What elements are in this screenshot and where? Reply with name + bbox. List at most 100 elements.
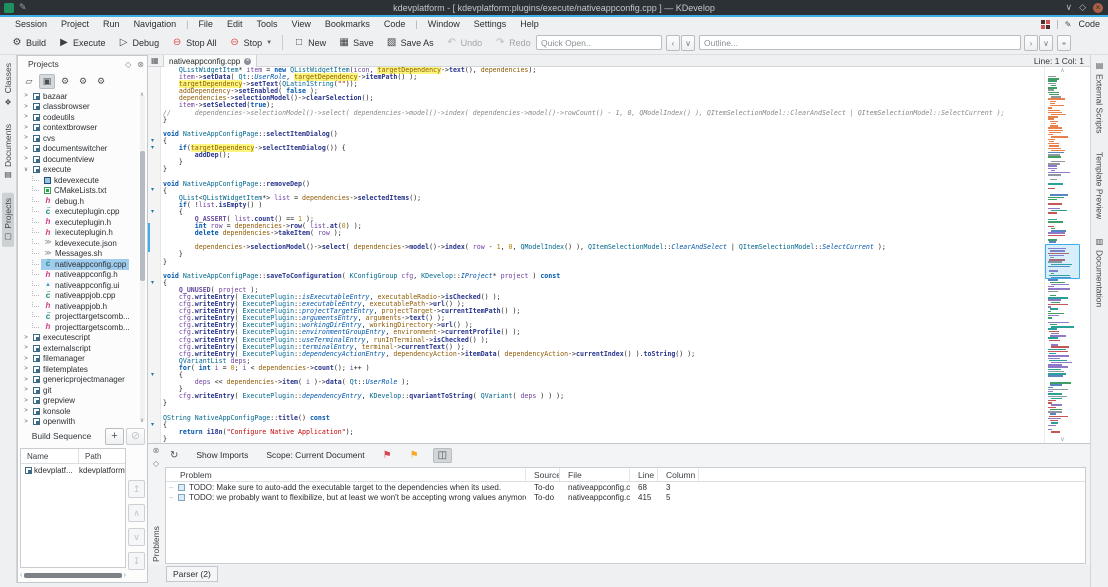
menu-code[interactable]: Code (377, 19, 413, 29)
column-header-line[interactable]: Line (630, 468, 658, 481)
fold-marker[interactable]: ▾ (151, 209, 154, 216)
tree-item-debug-h[interactable]: hdebug.h (18, 196, 140, 207)
menu-window[interactable]: Window (421, 19, 467, 29)
show-imports-button[interactable]: Show Imports (192, 449, 252, 461)
build-settings-button[interactable]: ⚙ (57, 74, 73, 89)
tab-parser[interactable]: Parser (2) (166, 566, 218, 582)
menu-tools[interactable]: Tools (249, 19, 284, 29)
float-icon[interactable]: ◇ (122, 60, 134, 69)
tree-item-bazaar[interactable]: >bazaar (18, 91, 140, 102)
chevron-right-icon[interactable]: > (22, 93, 30, 99)
column-header-column[interactable]: Column (658, 468, 699, 481)
minimap-viewport[interactable] (1045, 244, 1080, 280)
tree-item-classbrowser[interactable]: >classbrowser (18, 102, 140, 113)
tree-item-kdevexecute-json[interactable]: ≫kdevexecute.json (18, 238, 140, 249)
new-button[interactable]: □New (287, 34, 332, 51)
tree-item-contextbrowser[interactable]: >contextbrowser (18, 123, 140, 134)
tree-item-nativeappjob-cpp[interactable]: c̈nativeappjob.cpp (18, 291, 140, 302)
back-button[interactable]: ‹ (666, 35, 680, 51)
back-caret-button[interactable]: ∨ (681, 35, 695, 51)
tree-item-kdevexecute[interactable]: kdevexecute (18, 175, 140, 186)
close-tab-icon[interactable]: × (244, 58, 251, 65)
dock-tab-template-preview[interactable]: Template Preview (1094, 150, 1106, 221)
debug-button[interactable]: ▷Debug (112, 34, 166, 51)
chevron-right-icon[interactable]: > (22, 114, 30, 120)
menu-file[interactable]: File (191, 19, 220, 29)
menu-project[interactable]: Project (54, 19, 96, 29)
column-header-name[interactable]: Name (21, 449, 79, 463)
move-bottom-button[interactable]: ↧ (128, 552, 145, 570)
tree-item-git[interactable]: >git (18, 385, 140, 396)
chevron-right-icon[interactable]: > (22, 135, 30, 141)
tree-item-execute[interactable]: ∨execute (18, 165, 140, 176)
scroll-left-icon[interactable]: ‹ (20, 572, 22, 579)
tree-item-genericprojectmanager[interactable]: >genericprojectmanager (18, 375, 140, 386)
column-header-path[interactable]: Path (79, 452, 101, 461)
tree-item-filemanager[interactable]: >filemanager (18, 354, 140, 365)
chevron-right-icon[interactable]: > (22, 335, 30, 341)
tree-item-nativeappjob-h[interactable]: hnativeappjob.h (18, 301, 140, 312)
tree-item-cvs[interactable]: >cvs (18, 133, 140, 144)
execute-button[interactable]: ▶Execute (52, 34, 112, 51)
undo-button[interactable]: ↶Undo (440, 34, 489, 51)
maximize-icon[interactable]: ◇ (1079, 2, 1086, 13)
stop-button[interactable]: ⊖Stop▼ (223, 34, 278, 51)
save-as-button[interactable]: ▧Save As (380, 34, 440, 51)
close-icon[interactable]: ⊗ (134, 60, 147, 69)
stop-all-button[interactable]: ⊖Stop All (165, 34, 223, 51)
split-view-icon[interactable]: ▦ (151, 56, 159, 65)
chevron-right-icon[interactable]: > (22, 156, 30, 162)
minimap[interactable]: ∧ ∨ (1044, 67, 1080, 443)
tree-item-executeplugin-h[interactable]: hexecuteplugin.h (18, 217, 140, 228)
column-header-file[interactable]: File (560, 468, 630, 481)
remove-from-build-sequence-button[interactable]: ⊘ (126, 428, 145, 445)
chevron-right-icon[interactable]: > (22, 366, 30, 372)
code-editor[interactable]: QListWidgetItem* item = new QListWidgetI… (163, 67, 1043, 443)
tree-item-CMakeLists-txt[interactable]: CMakeLists.txt (18, 186, 140, 197)
tree-item-documentswitcher[interactable]: >documentswitcher (18, 144, 140, 155)
fold-marker[interactable]: ▾ (151, 145, 154, 152)
fold-marker[interactable]: ▾ (151, 138, 154, 145)
chevron-right-icon[interactable]: > (22, 104, 30, 110)
locate-document-button[interactable]: ▱ (21, 74, 37, 89)
problems-dock-label[interactable]: Problems (150, 496, 162, 562)
move-top-button[interactable]: ↥ (128, 480, 145, 498)
tree-item-nativeappconfig-h[interactable]: hnativeappconfig.h (18, 270, 140, 281)
chevron-right-icon[interactable]: > (22, 356, 30, 362)
tree-item-openwith[interactable]: >openwith (18, 417, 140, 427)
build-sequence-hscrollbar[interactable]: ‹ › (20, 570, 126, 580)
tree-item-executeplugin-cpp[interactable]: c̈executeplugin.cpp (18, 207, 140, 218)
minimap-down-icon[interactable]: ∨ (1045, 436, 1080, 443)
tree-item-documentview[interactable]: >documentview (18, 154, 140, 165)
filter-button[interactable]: ⚙ (75, 74, 91, 89)
tree-item-codeutils[interactable]: >codeutils (18, 112, 140, 123)
tree-item-nativeappconfig-ui[interactable]: ▲nativeappconfig.ui (18, 280, 140, 291)
chevron-right-icon[interactable]: > (22, 146, 30, 152)
tree-item-nativeappconfig-cpp[interactable]: c̈nativeappconfig.cpp (18, 259, 140, 270)
pin-location-button[interactable]: ⌖ (1057, 35, 1071, 51)
fold-marker[interactable]: ▾ (151, 422, 154, 429)
add-to-build-sequence-button[interactable]: + (105, 428, 124, 445)
tree-item-iexecuteplugin-h[interactable]: hiexecuteplugin.h (18, 228, 140, 239)
tree-item-grepview[interactable]: >grepview (18, 396, 140, 407)
menu-bookmarks[interactable]: Bookmarks (318, 19, 377, 29)
scroll-down-icon[interactable]: ∨ (138, 417, 146, 424)
minimap-up-icon[interactable]: ∧ (1045, 67, 1080, 74)
column-header-problem[interactable]: Problem (166, 468, 526, 481)
menu-settings[interactable]: Settings (467, 19, 514, 29)
chevron-right-icon[interactable]: > (22, 387, 30, 393)
refresh-button[interactable]: ↻ (166, 449, 182, 462)
close-icon[interactable]: × (1093, 3, 1103, 13)
menu-run[interactable]: Run (96, 19, 127, 29)
scope-current-document-button[interactable]: Scope: Current Document (262, 449, 368, 461)
fold-margin[interactable]: ▾▾▾▾▾▾▾ (148, 67, 161, 443)
chevron-right-icon[interactable]: > (22, 345, 30, 351)
redo-button[interactable]: ↷Redo (488, 34, 537, 51)
sidebar-tab-documents[interactable]: ▤Documents (2, 119, 14, 185)
tree-item-Messages-sh[interactable]: ≫Messages.sh (18, 249, 140, 260)
menu-edit[interactable]: Edit (220, 19, 250, 29)
float-icon[interactable]: ◇ (153, 459, 159, 468)
chevron-down-icon[interactable]: ∨ (22, 166, 30, 173)
fold-marker[interactable]: ▾ (151, 372, 154, 379)
build-sequence-row[interactable]: kdevplatf...kdevplatform (21, 464, 125, 477)
